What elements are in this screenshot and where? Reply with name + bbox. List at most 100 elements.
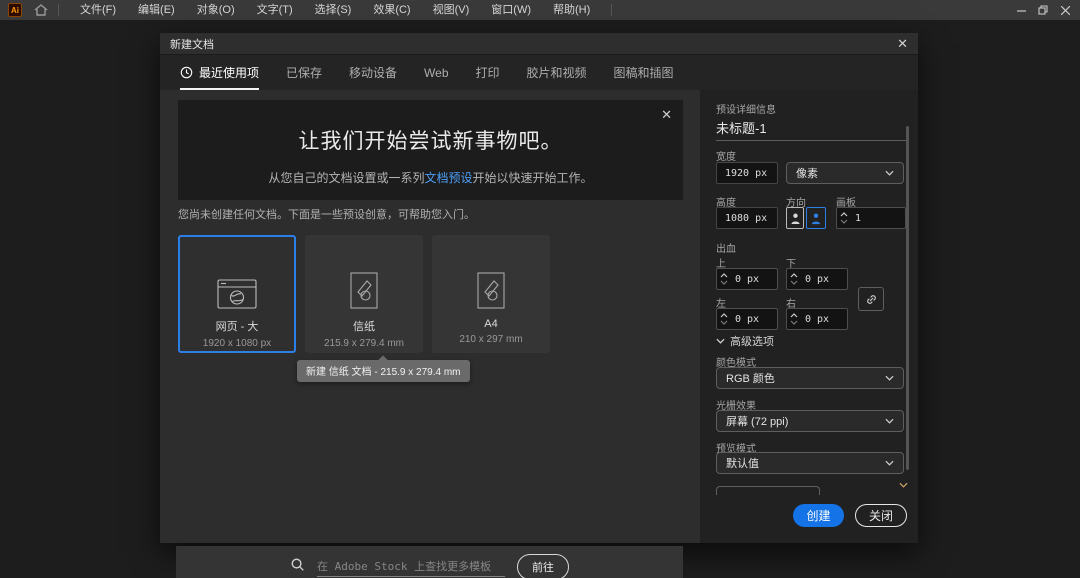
close-window-icon[interactable] [1056, 2, 1074, 18]
menu-object[interactable]: 对象(O) [186, 0, 246, 20]
preset-dimensions: 215.9 x 279.4 mm [324, 338, 404, 349]
restore-icon[interactable] [1034, 2, 1052, 18]
stepper-down-icon [840, 219, 848, 224]
panel-header: 预设详细信息 [716, 101, 776, 116]
artboards-stepper[interactable]: 1 [836, 207, 906, 229]
chevron-down-icon [885, 460, 894, 466]
advanced-options-toggle[interactable]: 高级选项 [716, 333, 774, 349]
menu-effect[interactable]: 效果(C) [362, 0, 421, 20]
menu-edit[interactable]: 编辑(E) [127, 0, 186, 20]
hero-banner: 让我们开始尝试新事物吧。 从您自己的文档设置或一系列文档预设开始以快速开始工作。… [178, 100, 683, 200]
color-mode-dropdown[interactable]: RGB 颜色 [716, 367, 904, 389]
dialog-title: 新建文档 [170, 36, 214, 52]
titlebar: Ai 文件(F) 编辑(E) 对象(O) 文字(T) 选择(S) 效果(C) 视… [0, 0, 1080, 20]
stepper-up-icon [840, 212, 848, 217]
hero-subtitle: 从您自己的文档设置或一系列文档预设开始以快速开始工作。 [268, 169, 592, 186]
illustrator-logo-icon: Ai [8, 3, 22, 17]
preset-tooltip: 新建 信纸 文档 - 215.9 x 279.4 mm [297, 360, 470, 382]
stepper-up-icon [790, 313, 798, 318]
dialog-close-icon[interactable]: ✕ [897, 37, 908, 50]
titlebar-separator [611, 4, 612, 16]
document-presets-link[interactable]: 文档预设 [424, 171, 472, 185]
preset-card-a4[interactable]: A4 210 x 297 mm [432, 235, 550, 353]
bleed-right-stepper[interactable]: 0 px [786, 308, 848, 330]
menu-select[interactable]: 选择(S) [304, 0, 363, 20]
stock-search-input[interactable] [317, 558, 505, 577]
home-icon[interactable] [34, 4, 48, 16]
document-shapes-icon [350, 237, 378, 309]
create-button[interactable]: 创建 [793, 504, 844, 527]
preset-name: 网页 - 大 [216, 318, 259, 334]
document-name-underline [716, 140, 908, 141]
landscape-icon [810, 212, 822, 225]
panel-scrollbar[interactable] [906, 126, 909, 470]
stepper-down-icon [720, 280, 728, 285]
bleed-link-values-button[interactable] [858, 287, 884, 311]
titlebar-separator [58, 4, 59, 16]
preset-details-panel: 预设详细信息 未标题-1 宽度 1920 px 像素 高度 方向 画板 1080… [700, 90, 918, 543]
stepper-down-icon [720, 320, 728, 325]
scroll-down-indicator-icon[interactable] [899, 475, 908, 493]
preset-cards: 网页 - 大 1920 x 1080 px 信纸 215.9 x 279.4 m… [178, 235, 550, 353]
close-button[interactable]: 关闭 [855, 504, 907, 527]
chevron-down-icon [885, 170, 894, 176]
tab-web[interactable]: Web [424, 55, 448, 90]
dialog-main-area: 让我们开始尝试新事物吧。 从您自己的文档设置或一系列文档预设开始以快速开始工作。… [160, 90, 700, 543]
menu-file[interactable]: 文件(F) [69, 0, 127, 20]
document-name-input[interactable]: 未标题-1 [716, 118, 767, 137]
app-window: Ai 文件(F) 编辑(E) 对象(O) 文字(T) 选择(S) 效果(C) 视… [0, 0, 1080, 578]
search-icon [290, 557, 305, 577]
orientation-portrait-button[interactable] [786, 207, 804, 229]
orientation-landscape-button[interactable] [806, 207, 826, 229]
menu-view[interactable]: 视图(V) [422, 0, 481, 20]
menu-window[interactable]: 窗口(W) [480, 0, 542, 20]
width-input[interactable]: 1920 px [716, 162, 778, 184]
tab-art-illustration[interactable]: 图稿和插图 [614, 55, 674, 90]
tab-recent[interactable]: 最近使用项 [180, 55, 259, 90]
width-label: 宽度 [716, 148, 736, 163]
preset-category-tabs: 最近使用项 已保存 移动设备 Web 打印 胶片和视频 图稿和插图 [160, 55, 918, 90]
adobe-stock-search-bar: 前往 [176, 546, 683, 578]
preset-dimensions: 210 x 297 mm [459, 334, 522, 345]
preset-card-letter[interactable]: 信纸 215.9 x 279.4 mm [305, 235, 423, 353]
stepper-up-icon [720, 313, 728, 318]
preset-name: 信纸 [353, 318, 375, 334]
menubar: 文件(F) 编辑(E) 对象(O) 文字(T) 选择(S) 效果(C) 视图(V… [69, 0, 622, 20]
stepper-up-icon [790, 273, 798, 278]
document-shapes-icon [477, 237, 505, 309]
minimize-icon[interactable] [1012, 2, 1030, 18]
bleed-left-stepper[interactable]: 0 px [716, 308, 778, 330]
units-dropdown[interactable]: 像素 [786, 162, 904, 184]
preset-name: A4 [484, 318, 497, 330]
cut-off-control[interactable] [716, 486, 820, 495]
preset-card-web-large[interactable]: 网页 - 大 1920 x 1080 px [178, 235, 296, 353]
preset-dimensions: 1920 x 1080 px [203, 338, 271, 349]
raster-effects-dropdown[interactable]: 屏幕 (72 ppi) [716, 410, 904, 432]
menu-type[interactable]: 文字(T) [246, 0, 304, 20]
chevron-down-icon [885, 375, 894, 381]
hero-close-icon[interactable]: ✕ [661, 108, 672, 121]
new-document-dialog: 新建文档 ✕ 最近使用项 已保存 移动设备 Web 打印 胶片和视频 图稿和插图… [160, 33, 918, 543]
tab-mobile[interactable]: 移动设备 [349, 55, 397, 90]
hero-heading: 让我们开始尝试新事物吧。 [299, 125, 563, 155]
stepper-down-icon [790, 320, 798, 325]
bleed-label: 出血 [716, 240, 736, 255]
portrait-icon [790, 212, 801, 225]
tab-saved[interactable]: 已保存 [286, 55, 322, 90]
bleed-top-stepper[interactable]: 0 px [716, 268, 778, 290]
bleed-bottom-stepper[interactable]: 0 px [786, 268, 848, 290]
stepper-down-icon [790, 280, 798, 285]
tab-film-video[interactable]: 胶片和视频 [527, 55, 587, 90]
tab-print[interactable]: 打印 [476, 55, 500, 90]
menu-help[interactable]: 帮助(H) [542, 0, 601, 20]
height-input[interactable]: 1080 px [716, 207, 778, 229]
go-button[interactable]: 前往 [517, 554, 569, 578]
window-controls [1012, 2, 1080, 18]
chevron-down-icon [885, 418, 894, 424]
stepper-up-icon [720, 273, 728, 278]
web-browser-globe-icon [217, 237, 257, 309]
clock-icon [180, 66, 193, 79]
dialog-header: 新建文档 ✕ [160, 33, 918, 55]
preview-mode-dropdown[interactable]: 默认值 [716, 452, 904, 474]
no-documents-message: 您尚未创建任何文档。下面是一些预设创意，可帮助您入门。 [178, 206, 475, 222]
